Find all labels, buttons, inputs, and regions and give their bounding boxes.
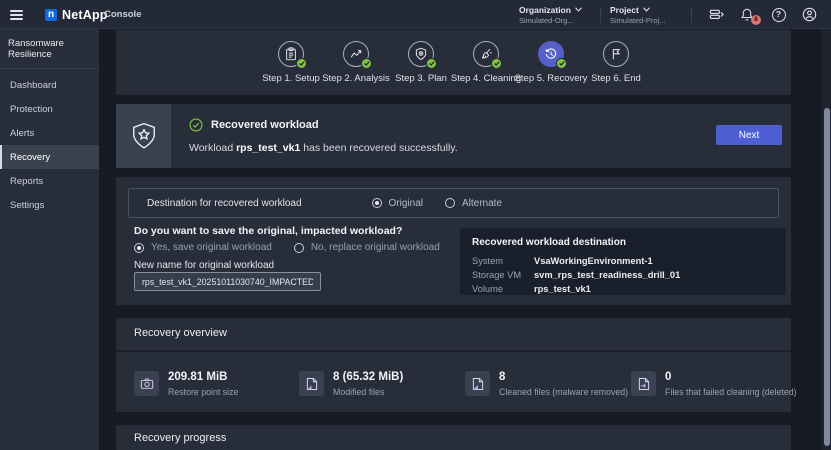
overview-title: Recovery overview (134, 327, 227, 339)
hamburger-menu-icon[interactable] (10, 8, 23, 20)
radio-original[interactable] (372, 198, 382, 208)
help-question-glyph: ? (772, 8, 786, 22)
organization-value: Simulated-Org... (519, 16, 587, 25)
step-4-cleaning[interactable]: Step 4. Cleaning (454, 41, 519, 84)
broom-icon (479, 47, 493, 61)
app-window: n NetApp Console Organization Simulated-… (0, 0, 831, 450)
next-button[interactable]: Next (716, 125, 782, 145)
stat-failed-cleaning-files: 0 Files that failed cleaning (deleted) (631, 371, 797, 397)
success-check-icon (189, 118, 203, 132)
vertical-scrollbar (822, 29, 831, 450)
new-name-label: New name for original workload (134, 260, 274, 271)
radio-alternate[interactable] (445, 198, 455, 208)
table-row-system: System VsaWorkingEnvironment-1 (472, 254, 774, 268)
recovery-progress-card: Recovery progress (116, 425, 791, 450)
option-replace-original[interactable]: No, replace original workload (294, 242, 440, 253)
sidebar-item-settings[interactable]: Settings (0, 193, 99, 217)
sidebar-title: Ransomware Resilience (0, 29, 99, 69)
modified-file-icon (299, 371, 324, 396)
step-complete-badge (296, 58, 307, 69)
save-options-row: Yes, save original workload No, replace … (134, 242, 462, 253)
sidebar-item-dashboard[interactable]: Dashboard (0, 73, 99, 97)
project-label: Project (610, 5, 639, 15)
wizard-steps-card: Step 1. Setup Step 2. Analysis (116, 30, 791, 95)
new-name-input[interactable] (134, 272, 321, 291)
destination-card: Destination for recovered workload Origi… (116, 177, 791, 305)
option-save-original[interactable]: Yes, save original workload (134, 242, 272, 253)
project-selector[interactable]: Project Simulated-Proj... (610, 5, 678, 25)
stat-restore-point-size: 209.81 MiB Restore point size (134, 371, 238, 397)
destination-table-title: Recovered workload destination (472, 237, 774, 248)
help-icon[interactable]: ? (771, 7, 786, 22)
workspace-switcher-icon[interactable] (709, 7, 724, 22)
organization-selector[interactable]: Organization Simulated-Org... (519, 5, 587, 25)
sidebar-item-alerts[interactable]: Alerts (0, 121, 99, 145)
top-bar: n NetApp Console Organization Simulated-… (0, 0, 831, 29)
destination-header-label: Destination for recovered workload (147, 198, 302, 209)
topbar-right-group: Organization Simulated-Org... Project Si… (519, 0, 831, 29)
user-avatar-icon[interactable] (802, 7, 817, 22)
shield-star-icon (131, 122, 157, 150)
divider (116, 350, 791, 352)
sidebar-item-reports[interactable]: Reports (0, 169, 99, 193)
notification-count-badge: 8 (751, 15, 761, 25)
shield-gear-icon (414, 47, 428, 61)
scrollbar-thumb[interactable] (824, 108, 830, 446)
save-original-question: Do you want to save the original, impact… (134, 225, 402, 237)
notifications-bell-icon[interactable]: 8 (740, 7, 755, 22)
step-wizard: Step 1. Setup Step 2. Analysis (116, 30, 791, 95)
step-complete-badge (491, 58, 502, 69)
recovered-destination-table: Recovered workload destination System Vs… (460, 228, 786, 295)
step-1-setup[interactable]: Step 1. Setup (259, 41, 324, 84)
cleaned-file-icon (465, 371, 490, 396)
table-row-storage-vm: Storage VM svm_rps_test_readiness_drill_… (472, 268, 774, 282)
recovered-icon-box (116, 104, 171, 168)
failed-file-icon (631, 371, 656, 396)
destination-header: Destination for recovered workload Origi… (128, 188, 779, 218)
stat-cleaned-files: 8 Cleaned files (malware removed) (465, 371, 628, 397)
step-3-plan[interactable]: Step 3. Plan (389, 41, 454, 84)
sidebar-item-protection[interactable]: Protection (0, 97, 99, 121)
step-6-end[interactable]: Step 6. End (584, 41, 649, 84)
divider (691, 7, 692, 23)
radio-save-original[interactable] (134, 243, 144, 253)
step-complete-badge (426, 58, 437, 69)
progress-title: Recovery progress (134, 432, 226, 444)
divider (600, 7, 601, 23)
destination-option-alternate[interactable]: Alternate (445, 198, 502, 209)
brand-name: NetApp (62, 8, 108, 22)
sidebar: Ransomware Resilience Dashboard Protecti… (0, 29, 99, 450)
camera-icon (134, 371, 159, 396)
step-complete-badge (361, 58, 372, 69)
table-row-volume: Volume rps_test_vk1 (472, 282, 774, 296)
recovered-message: Workload rps_test_vk1 has been recovered… (189, 142, 458, 154)
step-complete-badge (556, 58, 567, 69)
clipboard-icon (284, 47, 298, 61)
step-5-recovery[interactable]: Step 5. Recovery (519, 41, 584, 84)
organization-label: Organization (519, 5, 571, 15)
project-value: Simulated-Proj... (610, 16, 678, 25)
flag-icon (609, 47, 623, 61)
history-clock-icon (544, 47, 558, 61)
chevron-down-icon (643, 7, 650, 12)
netapp-logo[interactable]: n NetApp (45, 0, 108, 29)
netapp-logo-icon: n (45, 9, 57, 21)
recovery-overview-card: Recovery overview 209.81 MiB Restore poi… (116, 318, 791, 412)
console-label: Console (104, 9, 141, 20)
radio-replace-original[interactable] (294, 243, 304, 253)
recovered-workload-card: Recovered workload Workload rps_test_vk1… (116, 104, 791, 168)
destination-option-original[interactable]: Original (372, 198, 423, 209)
sidebar-item-recovery[interactable]: Recovery (0, 145, 99, 169)
recovered-title: Recovered workload (211, 119, 319, 131)
workload-name: rps_test_vk1 (236, 142, 300, 154)
step-2-analysis[interactable]: Step 2. Analysis (324, 41, 389, 84)
chevron-down-icon (575, 7, 582, 12)
stat-modified-files: 8 (65.32 MiB) Modified files (299, 371, 403, 397)
trend-chart-icon (349, 47, 363, 61)
